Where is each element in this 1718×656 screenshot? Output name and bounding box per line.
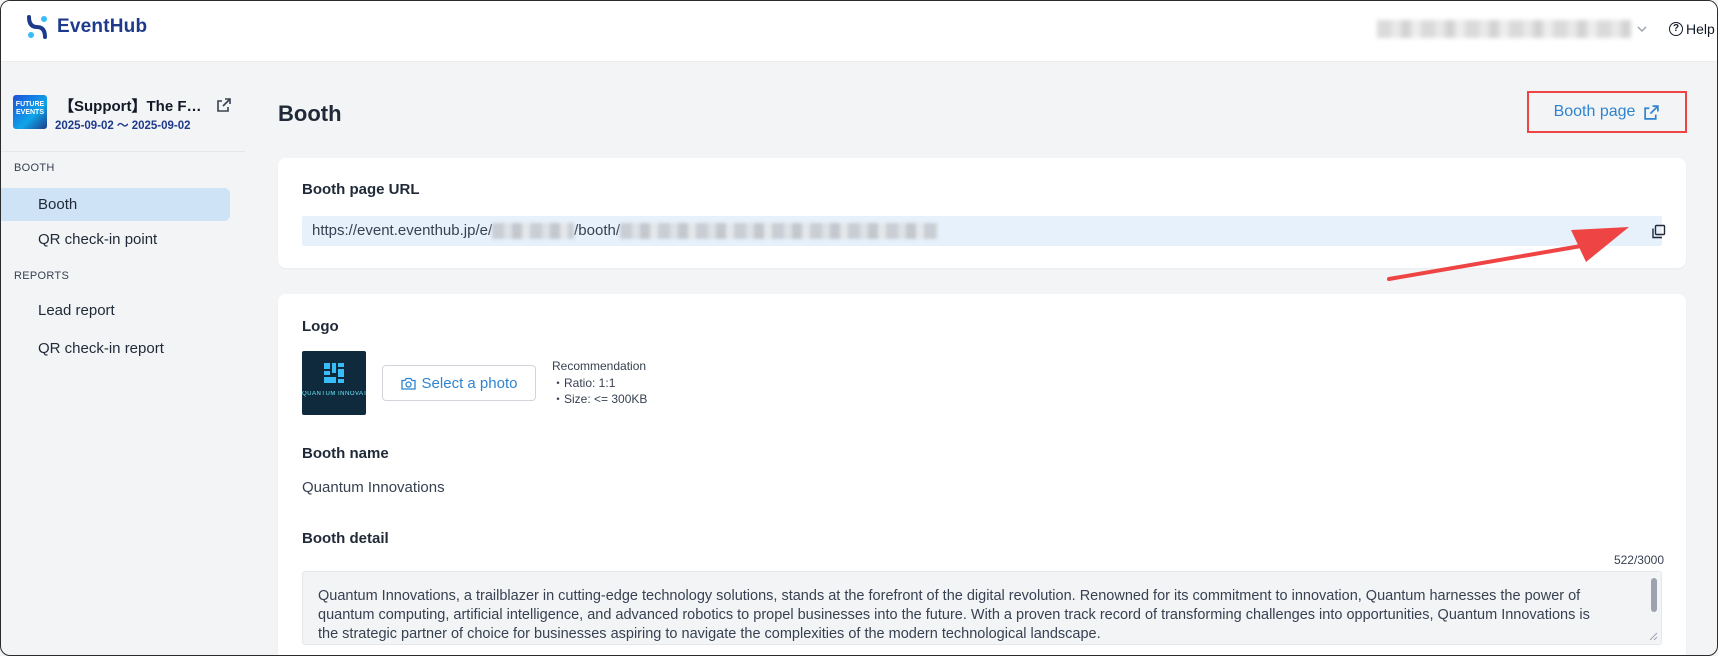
scrollbar-thumb[interactable] [1651,578,1657,612]
help-label: Help [1686,21,1715,37]
external-link-icon[interactable] [216,97,232,113]
event-thumbnail: FUTURE EVENTS [13,95,47,129]
quantum-logo-icon [324,363,344,383]
app-name: EventHub [57,16,148,37]
sidebar: FUTURE EVENTS 【Support】The F… 2025-09-02… [1,61,245,655]
booth-url-field[interactable]: https://event.eventhub.jp/e/ /booth/ [302,216,1666,246]
recommendation-title: Recommendation [552,359,647,373]
top-header: EventHub ? Help [1,1,1717,61]
page-title: Booth [278,101,342,126]
recommendation-ratio: ・Ratio: 1:1 [552,375,616,390]
external-link-icon [1644,104,1660,120]
eventhub-logo-icon [27,15,47,39]
event-dates: 2025-09-02 〜 2025-09-02 [55,120,191,132]
logo-caption: QUANTUM INNOVATIONS [302,391,366,397]
app-window: EventHub ? Help FUTURE EVENTS 【Support】T… [0,0,1718,656]
booth-url-middle: /booth/ [574,222,620,239]
booth-detail-textarea[interactable]: Quantum Innovations, a trailblazer in cu… [302,571,1662,645]
help-icon: ? [1669,22,1683,36]
sidebar-item-qr-check-in-point[interactable]: QR check-in point [1,223,230,256]
event-summary: FUTURE EVENTS 【Support】The F… 2025-09-02… [13,95,237,155]
booth-name-label: Booth name [302,445,389,462]
camera-icon [400,377,416,390]
chevron-down-icon[interactable] [1635,22,1649,36]
help-link[interactable]: ? Help [1669,21,1715,37]
sidebar-section-booth: BOOTH [14,162,55,174]
booth-url-prefix: https://event.eventhub.jp/e/ [312,222,493,239]
booth-page-label: Booth page [1553,103,1636,120]
eventhub-logo[interactable]: EventHub [25,14,147,40]
select-photo-button[interactable]: Select a photo [382,365,536,401]
logo-label: Logo [302,318,339,335]
resize-grip-icon[interactable] [1649,632,1658,641]
booth-url-label: Booth page URL [302,181,420,198]
booth-details-card: Logo QUANTUM INNOVATIONS Select a photo … [278,294,1686,655]
booth-detail-text: Quantum Innovations, a trailblazer in cu… [318,588,1590,642]
sidebar-item-qr-check-in-report[interactable]: QR check-in report [1,332,230,365]
event-id-redacted [492,223,575,240]
event-title: 【Support】The F… [59,98,202,115]
recommendation-size: ・Size: <= 300KB [552,392,648,406]
booth-page-button[interactable]: Booth page [1527,91,1687,133]
sidebar-divider [1,151,245,152]
select-photo-label: Select a photo [421,374,518,392]
booth-id-redacted [620,223,938,240]
booth-url-card: Booth page URL https://event.eventhub.jp… [278,158,1686,268]
logo-recommendation: Recommendation ・Ratio: 1:1 ・Size: <= 300… [552,358,647,408]
character-counter: 522/3000 [1613,553,1664,567]
booth-detail-label: Booth detail [302,530,389,547]
copy-icon[interactable] [1651,224,1666,239]
booth-logo-image: QUANTUM INNOVATIONS [302,351,366,415]
booth-name-value: Quantum Innovations [302,479,445,496]
user-account-name-redacted[interactable] [1377,20,1631,38]
sidebar-item-lead-report[interactable]: Lead report [1,294,230,327]
sidebar-item-booth[interactable]: Booth [1,188,230,221]
sidebar-section-reports: REPORTS [14,270,70,282]
